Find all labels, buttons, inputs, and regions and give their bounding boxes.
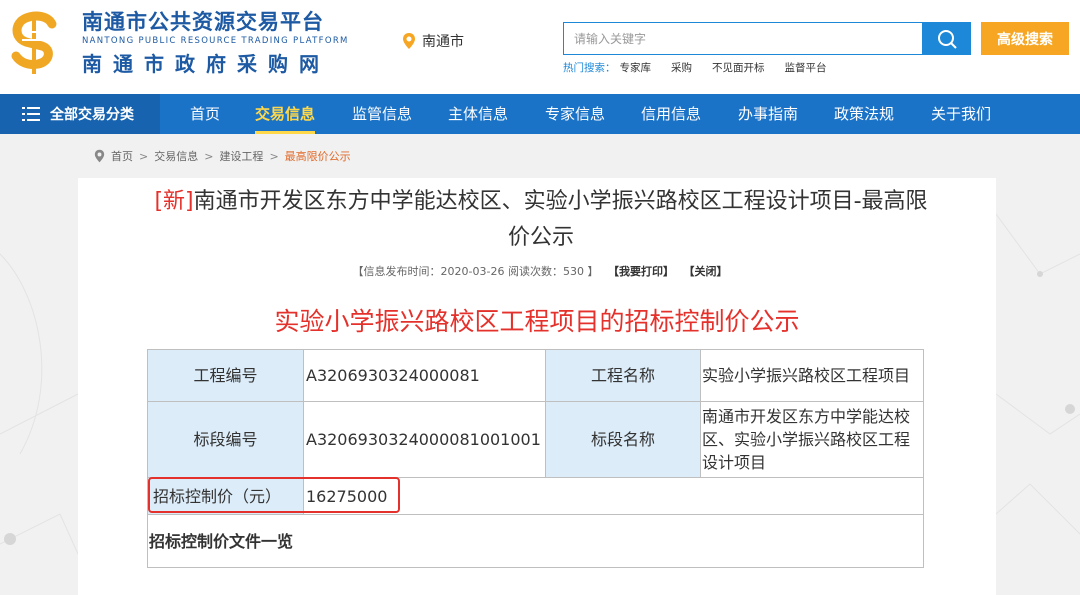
bid-price-documents-heading: 招标控制价文件一览 [147,514,924,568]
advanced-search-button[interactable]: 高级搜索 [981,22,1069,55]
site-subtitle: 南通市政府采购网 [82,52,330,76]
search-box [563,22,923,55]
breadcrumb-separator: > [204,149,214,163]
search-icon [937,29,957,49]
project-no-label: 工程编号 [147,349,304,402]
page-title-line2: 价公示 [507,225,574,250]
bid-info-table: 工程编号 A3206930324000081 工程名称 实验小学振兴路校区工程项… [147,349,924,568]
search-input[interactable] [564,23,922,54]
nav-item-credit[interactable]: 信用信息 [641,94,701,134]
article-subtitle: 实验小学振兴路校区工程项目的招标控制价公示 [274,307,800,336]
site-header: 南通市公共资源交易平台 NANTONG PUBLIC RESOURCE TRAD… [0,0,1080,94]
project-name-label: 工程名称 [545,349,701,402]
breadcrumb-home[interactable]: 首页 [111,148,133,164]
nav-item-policies[interactable]: 政策法规 [834,94,894,134]
breadcrumb-separator: > [139,149,149,163]
new-badge: [新] [154,189,194,214]
location-selector[interactable]: 南通市 [402,31,464,51]
breadcrumb: 首页 > 交易信息 > 建设工程 > 最高限价公示 [94,148,351,164]
article-meta: 【信息发布时间：2020-03-26 阅读次数：530 】 【我要打印】 【关闭… [0,263,1080,279]
print-button[interactable]: 【我要打印】 [608,265,674,278]
bid-price-label: 招标控制价（元） [147,477,304,515]
location-pin-icon [403,33,415,49]
site-title: 南通市公共资源交易平台 [82,10,324,34]
breadcrumb-construction[interactable]: 建设工程 [219,148,263,164]
hot-search-item[interactable]: 监督平台 [785,60,827,75]
nav-item-about[interactable]: 关于我们 [931,94,991,134]
hot-search-item[interactable]: 不见面开标 [712,60,765,75]
breadcrumb-current: 最高限价公示 [284,150,351,163]
hot-search-item[interactable]: 专家库 [620,60,652,75]
breadcrumb-separator: > [269,149,279,163]
project-no-value: A3206930324000081 [303,349,546,402]
page-title-line1: 南通市开发区东方中学能达校区、实验小学振兴路校区工程设计项目-最高限 [193,189,928,214]
nav-item-experts[interactable]: 专家信息 [545,94,605,134]
site-logo-icon[interactable] [8,10,60,76]
section-no-label: 标段编号 [147,401,304,478]
table-row: 招标控制价文件一览 [147,514,924,568]
section-name-label: 标段名称 [545,401,701,478]
hot-searches-label: 热门搜索： [563,62,616,74]
breadcrumb-trading-info[interactable]: 交易信息 [154,148,198,164]
nav-item-home[interactable]: 首页 [190,94,220,134]
page-title: [新]南通市开发区东方中学能达校区、实验小学振兴路校区工程设计项目-最高限 价公… [96,184,986,256]
nav-item-trading-info[interactable]: 交易信息 [255,94,316,134]
all-categories-label: 全部交易分类 [50,107,134,123]
location-pin-icon [94,149,105,163]
all-categories-button[interactable]: 全部交易分类 [0,94,160,134]
menu-icon [22,107,40,121]
nav-item-guide[interactable]: 办事指南 [738,94,798,134]
hot-searches: 热门搜索： 专家库 采购 不见面开标 监督平台 [563,60,847,75]
hot-search-item[interactable]: 采购 [671,60,692,75]
close-button[interactable]: 【关闭】 [683,265,727,278]
table-row: 工程编号 A3206930324000081 工程名称 实验小学振兴路校区工程项… [147,349,924,402]
location-label: 南通市 [422,34,464,50]
table-row: 标段编号 A3206930324000081001001 标段名称 南通市开发区… [147,401,924,478]
section-name-value: 南通市开发区东方中学能达校区、实验小学振兴路校区工程设计项目 [700,401,924,478]
project-name-value: 实验小学振兴路校区工程项目 [700,349,924,402]
nav-item-entities[interactable]: 主体信息 [448,94,508,134]
site-title-english: NANTONG PUBLIC RESOURCE TRADING PLATFORM [82,36,349,46]
main-nav: 全部交易分类 首页 交易信息 监管信息 主体信息 专家信息 信用信息 办事指南 … [0,94,1080,134]
section-no-value: A3206930324000081001001 [303,401,546,478]
table-row: 招标控制价（元） 16275000 [147,477,924,515]
bid-price-value: 16275000 [303,477,924,515]
nav-item-supervision[interactable]: 监管信息 [352,94,412,134]
search-button[interactable] [922,22,971,55]
publish-info: 【信息发布时间：2020-03-26 阅读次数：530 】 [352,265,599,278]
